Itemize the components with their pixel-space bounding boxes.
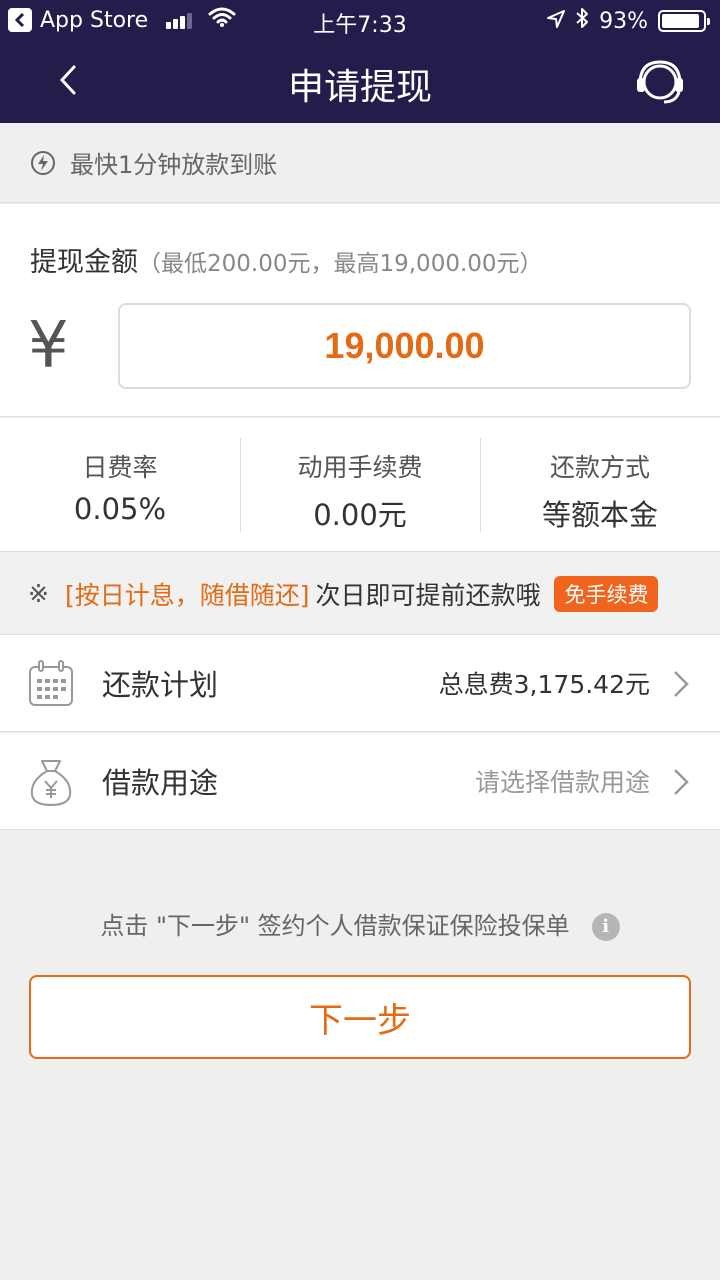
header: App Store 上午7:33 93% 申请提现 xyxy=(0,0,720,123)
stat-daily-rate: 日费率 0.05% xyxy=(0,418,240,551)
fee-free-badge: 免手续费 xyxy=(554,575,659,612)
promo-text: 次日即可提前还款哦 xyxy=(315,580,541,610)
money-bag-icon xyxy=(30,760,72,807)
amount-input[interactable]: 19,000.00 xyxy=(118,303,691,389)
row-label: 还款计划 xyxy=(102,668,219,702)
customer-service-button[interactable] xyxy=(634,56,686,108)
amount-card: 提现金额（最低200.00元，最高19,000.00元） ¥ 19,000.00 xyxy=(0,204,720,417)
stat-drawdown-fee: 动用手续费 0.00元 xyxy=(240,418,480,551)
nav-bar: 申请提现 xyxy=(0,40,720,123)
stat-value: 0.00元 xyxy=(313,498,407,532)
fast-loan-notice: 最快1分钟放款到账 xyxy=(0,123,720,203)
row-label: 借款用途 xyxy=(102,766,219,800)
promo-banner: ※ [按日计息，随借随还] 次日即可提前还款哦 免手续费 xyxy=(0,553,720,635)
calendar-icon xyxy=(29,660,73,706)
lightning-icon xyxy=(31,150,55,175)
reference-mark: ※ xyxy=(28,579,49,608)
next-step-button[interactable]: 下一步 xyxy=(29,975,691,1059)
loan-purpose-select[interactable]: 请选择借款用途 xyxy=(475,763,650,799)
loan-purpose-row[interactable]: 借款用途 请选择借款用途 xyxy=(0,733,720,830)
stat-label: 日费率 xyxy=(82,453,158,482)
insurance-note-text: 点击 "下一步" 签约个人借款保证保险投保单 xyxy=(100,912,570,940)
status-right: 93% xyxy=(547,7,710,35)
battery-percent: 93% xyxy=(599,8,648,34)
info-icon[interactable]: i xyxy=(591,913,620,941)
loan-stats: 日费率 0.05% 动用手续费 0.00元 还款方式 等额本金 xyxy=(0,418,720,552)
page-title: 申请提现 xyxy=(287,67,432,108)
stat-label: 还款方式 xyxy=(549,453,650,482)
stat-label: 动用手续费 xyxy=(297,453,423,482)
repayment-plan-row[interactable]: 还款计划 总息费3,175.42元 xyxy=(0,635,720,732)
insurance-note: 点击 "下一步" 签约个人借款保证保险投保单 i xyxy=(0,906,720,941)
chevron-right-icon xyxy=(674,671,689,697)
total-interest-value: 总息费3,175.42元 xyxy=(438,670,650,699)
status-bar: App Store 上午7:33 93% xyxy=(0,0,720,40)
customer-service-headset-icon xyxy=(637,60,683,104)
amount-title: 提现金额 xyxy=(30,247,138,278)
promo-highlight: [按日计息，随借随还] xyxy=(64,580,310,610)
location-arrow-icon xyxy=(547,9,566,34)
battery-icon xyxy=(658,10,710,32)
amount-range-hint: （最低200.00元，最高19,000.00元） xyxy=(138,251,543,277)
stat-repayment-method: 还款方式 等额本金 xyxy=(480,418,720,551)
stat-value: 0.05% xyxy=(73,492,167,526)
battery-fill xyxy=(662,14,700,28)
currency-symbol: ¥ xyxy=(28,309,69,383)
stat-value: 等额本金 xyxy=(541,498,658,532)
chevron-right-icon xyxy=(674,769,689,795)
bluetooth-icon xyxy=(575,7,589,35)
amount-title-row: 提现金额（最低200.00元，最高19,000.00元） xyxy=(30,240,543,279)
notice-text: 最快1分钟放款到账 xyxy=(70,151,278,179)
